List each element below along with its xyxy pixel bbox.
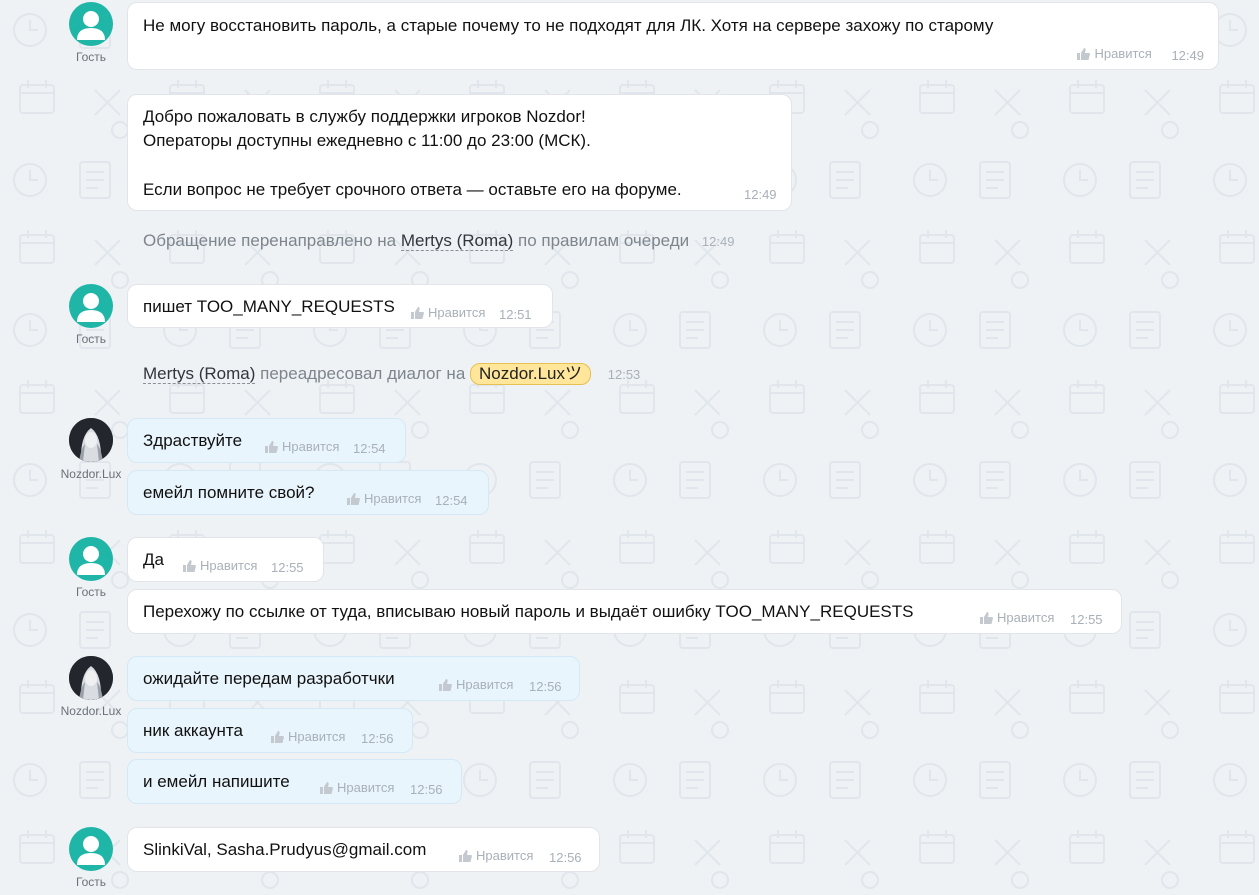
message-bubble: ожидайте передам разработчки Нравится 12… xyxy=(127,656,580,701)
message-line: Добро пожаловать в службу поддержки игро… xyxy=(143,107,586,126)
like-label: Нравится xyxy=(476,848,534,863)
message-time: 12:54 xyxy=(435,493,468,508)
like-button[interactable]: Нравится xyxy=(411,301,485,325)
message-time: 12:49 xyxy=(744,187,777,202)
message-line: Операторы доступны ежедневно с 11:00 до … xyxy=(143,131,591,150)
thumbs-up-icon xyxy=(411,307,424,319)
author-name: Nozdor.Lux xyxy=(60,467,122,481)
message-line: Если вопрос не требует срочного ответа —… xyxy=(143,180,682,199)
message-text: SlinkiVal, Sasha.Prudyus@gmail.com xyxy=(143,840,427,859)
like-label: Нравится xyxy=(364,491,422,506)
avatar-guest[interactable] xyxy=(69,284,113,328)
user-silhouette-icon xyxy=(77,836,105,865)
avatar-operator[interactable] xyxy=(69,418,113,462)
message-bubble: и емейл напишите Нравится 12:56 xyxy=(127,759,462,804)
message-bubble: Да Нравится 12:55 xyxy=(127,537,324,582)
message-text: емейл помните свой? xyxy=(143,483,315,502)
thumbs-up-icon xyxy=(347,493,360,505)
operator-link[interactable]: Mertys (Roma) xyxy=(400,231,514,251)
like-button[interactable]: Нравится xyxy=(183,554,257,578)
like-button[interactable]: Нравится xyxy=(459,844,533,868)
operator-avatar-image xyxy=(69,656,113,700)
thumbs-up-icon xyxy=(320,782,333,794)
thumbs-up-icon xyxy=(183,560,196,572)
message-bubble: Не могу восстановить пароль, а старые по… xyxy=(127,2,1219,70)
message-text: Здраствуйте xyxy=(143,431,243,450)
like-button[interactable]: Нравится xyxy=(320,776,394,800)
message-bubble: SlinkiVal, Sasha.Prudyus@gmail.com Нрави… xyxy=(127,827,600,872)
message-text: ник аккаунта xyxy=(143,721,243,740)
operator-avatar-image xyxy=(69,418,113,462)
user-silhouette-icon xyxy=(77,11,105,40)
message-text: Да xyxy=(143,550,164,569)
like-label: Нравится xyxy=(288,729,346,744)
like-button[interactable]: Нравится xyxy=(439,673,513,697)
author-name: Гость xyxy=(75,50,107,64)
like-label: Нравится xyxy=(997,610,1055,625)
system-notice-redirect: Обращение перенаправлено на Mertys (Roma… xyxy=(143,229,734,254)
like-label: Нравится xyxy=(428,305,486,320)
message-time: 12:51 xyxy=(499,307,532,322)
message-bubble: емейл помните свой? Нравится 12:54 xyxy=(127,470,489,515)
message-bubble: Здраствуйте Нравится 12:54 xyxy=(127,418,406,463)
system-text: переадресовал диалог на xyxy=(260,364,466,383)
operator-link[interactable]: Mertys (Roma) xyxy=(143,364,256,384)
message-time: 12:56 xyxy=(361,731,394,746)
system-time: 12:49 xyxy=(701,234,735,249)
avatar-guest[interactable] xyxy=(69,537,113,581)
message-time: 12:55 xyxy=(1070,612,1103,627)
message-time: 12:56 xyxy=(549,850,582,865)
system-text: по правилам очереди xyxy=(518,231,690,250)
thumbs-up-icon xyxy=(439,679,452,691)
message-time: 12:56 xyxy=(410,782,443,797)
message-time: 12:54 xyxy=(353,441,386,456)
author-name: Гость xyxy=(75,585,107,599)
thumbs-up-icon xyxy=(459,850,472,862)
message-time: 12:55 xyxy=(271,560,304,575)
message-text: пишет TOO_MANY_REQUESTS xyxy=(143,297,395,316)
welcome-message-bubble: Добро пожаловать в службу поддержки игро… xyxy=(127,94,792,211)
operator-tag-highlight[interactable]: Nozdor.Luxツ xyxy=(470,363,592,385)
like-label: Нравится xyxy=(337,780,395,795)
message-text: ожидайте передам разработчки xyxy=(143,669,395,688)
like-button[interactable]: Нравится xyxy=(347,487,421,511)
avatar-guest[interactable] xyxy=(69,827,113,871)
message-text: и емейл напишите xyxy=(143,772,290,791)
system-text: Обращение перенаправлено на xyxy=(143,231,397,250)
message-bubble: Перехожу по ссылке от туда, вписываю нов… xyxy=(127,589,1122,634)
like-label: Нравится xyxy=(200,558,258,573)
like-button[interactable]: Нравится xyxy=(1077,42,1152,66)
author-name: Гость xyxy=(75,875,107,889)
message-text: Не могу восстановить пароль, а старые по… xyxy=(143,16,994,35)
author-name: Гость xyxy=(75,332,107,346)
message-time: 12:49 xyxy=(1171,48,1204,63)
user-silhouette-icon xyxy=(77,293,105,322)
message-bubble: ник аккаунта Нравится 12:56 xyxy=(127,708,413,753)
like-button[interactable]: Нравится xyxy=(265,435,339,459)
message-text: Перехожу по ссылке от туда, вписываю нов… xyxy=(143,602,914,621)
avatar-operator[interactable] xyxy=(69,656,113,700)
system-time: 12:53 xyxy=(607,367,641,382)
user-silhouette-icon xyxy=(77,546,105,575)
author-name: Nozdor.Lux xyxy=(60,704,122,718)
like-label: Нравится xyxy=(1094,46,1152,61)
like-button[interactable]: Нравится xyxy=(271,725,345,749)
like-label: Нравится xyxy=(282,439,340,454)
thumbs-up-icon xyxy=(265,441,278,453)
like-button[interactable]: Нравится xyxy=(980,606,1054,630)
message-time: 12:56 xyxy=(529,679,562,694)
like-label: Нравится xyxy=(456,677,514,692)
thumbs-up-icon xyxy=(271,731,284,743)
thumbs-up-icon xyxy=(1077,48,1091,60)
thumbs-up-icon xyxy=(980,612,993,624)
avatar-guest[interactable] xyxy=(69,2,113,46)
message-bubble: пишет TOO_MANY_REQUESTS Нравится 12:51 xyxy=(127,284,553,328)
system-notice-transfer: Mertys (Roma) переадресовал диалог на No… xyxy=(143,362,640,387)
